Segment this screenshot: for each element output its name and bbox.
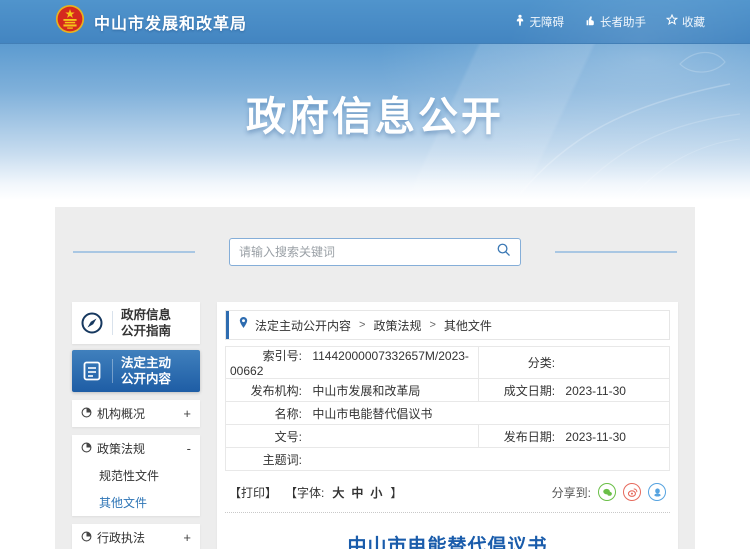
breadcrumb-separator: > <box>429 319 435 331</box>
hand-icon <box>584 14 596 29</box>
divider <box>112 311 113 335</box>
guide-label: 政府信息 公开指南 <box>121 307 171 340</box>
sidebar-item-normative-documents[interactable]: 规范性文件 <box>72 462 200 489</box>
table-row: 文号: 发布日期: 2023-11-30 <box>226 425 670 448</box>
table-row: 索引号: 11442000007332657M/2023-00662 分类: <box>226 347 670 379</box>
index-number-label: 索引号: <box>230 347 302 364</box>
elder-helper-label: 长者助手 <box>600 14 646 30</box>
site-brand[interactable]: 中山市发展和改革局 <box>55 4 247 39</box>
decor-line-left <box>73 251 195 253</box>
sidebar-group-policies: 政策法规 - 规范性文件 其他文件 <box>72 435 200 516</box>
location-pin-icon <box>238 316 249 334</box>
category-label: 分类: <box>483 354 555 371</box>
table-row: 发布机构: 中山市发展和改革局 成文日期: 2023-11-30 <box>226 379 670 402</box>
divider <box>112 359 113 383</box>
article-title: 中山市电能替代倡议书 <box>225 531 670 549</box>
publisher-label: 发布机构: <box>230 382 302 399</box>
wechat-share-icon[interactable] <box>598 483 616 501</box>
top-header-bar: 中山市发展和改革局 无障碍 长者助手 <box>0 0 750 44</box>
expand-icon[interactable]: + <box>183 406 191 421</box>
weibo-share-icon[interactable] <box>623 483 641 501</box>
pie-icon <box>81 531 92 545</box>
sidebar-item-policies[interactable]: 政策法规 - <box>72 435 200 462</box>
accessibility-label: 无障碍 <box>530 14 565 30</box>
collapse-icon[interactable]: - <box>187 441 191 456</box>
document-icon <box>72 359 112 383</box>
font-medium-button[interactable]: 中 <box>351 484 363 501</box>
doc-name-value: 中山市电能替代倡议书 <box>312 407 432 421</box>
national-emblem-icon <box>55 4 85 39</box>
sidebar-item-law-enforcement[interactable]: 行政执法 + <box>72 524 200 549</box>
statutory-label: 法定主动 公开内容 <box>121 355 171 388</box>
favorite-link[interactable]: 收藏 <box>666 14 705 30</box>
doc-name-label: 名称: <box>230 405 302 422</box>
qq-share-icon[interactable] <box>648 483 666 501</box>
written-date-value: 2023-11-30 <box>565 384 626 398</box>
print-button[interactable]: 【打印】 <box>229 484 277 501</box>
sidebar-item-other-documents[interactable]: 其他文件 <box>72 489 200 516</box>
expand-icon[interactable]: + <box>183 530 191 545</box>
sidebar-item-statutory-disclosure[interactable]: 法定主动 公开内容 <box>72 350 200 392</box>
table-row: 名称: 中山市电能替代倡议书 <box>226 402 670 425</box>
elder-helper-link[interactable]: 长者助手 <box>584 14 646 30</box>
accessibility-icon <box>514 14 526 29</box>
publish-date-value: 2023-11-30 <box>565 430 626 444</box>
font-size-label-close: 】 <box>390 484 402 501</box>
search-input[interactable] <box>239 245 496 259</box>
table-row: 主题词: <box>226 448 670 471</box>
breadcrumb-separator: > <box>359 319 365 331</box>
pie-icon <box>81 407 92 421</box>
publisher-value: 中山市发展和改革局 <box>312 384 420 398</box>
breadcrumb-item-policies[interactable]: 政策法规 <box>373 317 421 334</box>
font-small-button[interactable]: 小 <box>370 484 382 501</box>
header-utility-links: 无障碍 长者助手 收藏 <box>514 14 706 30</box>
dotted-divider <box>225 512 670 513</box>
page-banner: 政府信息公开 <box>0 44 750 200</box>
accessibility-link[interactable]: 无障碍 <box>514 14 565 30</box>
star-icon <box>666 14 678 29</box>
search-box <box>229 238 521 266</box>
sidebar: 政府信息 公开指南 法定主动 公开内容 <box>72 302 200 549</box>
favorite-label: 收藏 <box>682 14 705 30</box>
doc-number-label: 文号: <box>230 428 302 445</box>
share-label: 分享到: <box>552 484 591 501</box>
breadcrumb-item-statutory[interactable]: 法定主动公开内容 <box>255 317 351 334</box>
page-title: 政府信息公开 <box>0 44 750 142</box>
font-size-label: 【字体: <box>285 484 324 501</box>
content-card: 政府信息 公开指南 法定主动 公开内容 <box>55 207 695 549</box>
publish-date-label: 发布日期: <box>483 428 555 445</box>
compass-icon <box>72 311 112 335</box>
sidebar-item-guide[interactable]: 政府信息 公开指南 <box>72 302 200 344</box>
breadcrumb: 法定主动公开内容 > 政策法规 > 其他文件 <box>225 310 670 340</box>
font-large-button[interactable]: 大 <box>332 484 344 501</box>
sidebar-item-org-overview[interactable]: 机构概况 + <box>72 400 200 427</box>
decor-line-right <box>555 251 677 253</box>
breadcrumb-item-other-docs[interactable]: 其他文件 <box>444 317 492 334</box>
search-section <box>72 238 678 266</box>
search-icon[interactable] <box>496 242 511 262</box>
main-panel: 法定主动公开内容 > 政策法规 > 其他文件 索引号: 114420000073… <box>217 302 678 549</box>
written-date-label: 成文日期: <box>483 382 555 399</box>
article-toolbar: 【打印】 【字体: 大 中 小 】 分享到: <box>225 483 670 501</box>
keywords-label: 主题词: <box>230 451 302 468</box>
document-info-table: 索引号: 11442000007332657M/2023-00662 分类: 发… <box>225 346 670 471</box>
site-name: 中山市发展和改革局 <box>94 10 247 34</box>
pie-icon <box>81 442 92 456</box>
